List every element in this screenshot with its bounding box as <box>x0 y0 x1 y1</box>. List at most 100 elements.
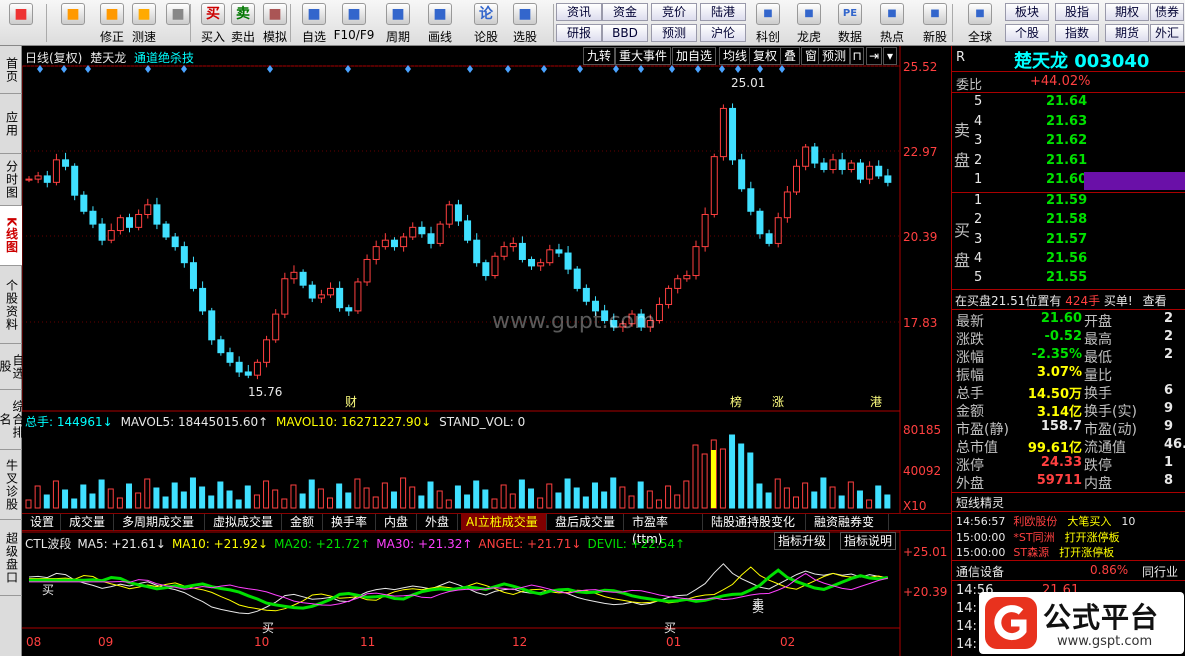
indicator-button[interactable]: 指标说明 <box>840 532 897 550</box>
grid-toolbar-button[interactable]: ■ <box>4 0 38 28</box>
chart-tool-button[interactable]: 重大事件 <box>615 47 672 65</box>
discuss-toolbar-button[interactable]: 论论股 <box>469 0 503 45</box>
orderbook-level: 5 <box>974 270 983 286</box>
chart-tool-button[interactable]: 均线 <box>719 47 752 65</box>
chart-tool-button[interactable]: 九转 <box>583 47 616 65</box>
toolbar-small-button[interactable]: 陆港 <box>700 3 746 21</box>
sidebar-item[interactable]: 个股资料 <box>0 266 22 344</box>
sidebar-item[interactable]: 牛叉诊股 <box>0 450 22 520</box>
sidebar-item[interactable]: 自选股 <box>0 344 25 390</box>
news-item[interactable]: 15:00:00 *ST同洲 打开涨停板 <box>956 529 1130 545</box>
chevron-down-icon[interactable]: ▾ <box>883 47 897 65</box>
news-item[interactable]: 15:00:00 ST森源 打开涨停板 <box>956 544 1124 560</box>
indicator-tab[interactable]: 盘后成交量 <box>550 514 624 531</box>
chart-area[interactable]: 25.52 22.97 20.39 17.83 80185 40092 X10 +25.01 +… <box>22 46 951 656</box>
period-label[interactable]: 日线(复权) <box>25 51 82 65</box>
indicator-tab[interactable]: 多周期成交量 <box>117 514 205 531</box>
chart-tool-button[interactable]: 叠 <box>780 47 801 65</box>
pen-toolbar-button[interactable]: ■ 画线 <box>423 0 457 45</box>
toolbar-small-button[interactable]: 资讯 <box>556 3 602 21</box>
orderbook-row[interactable]: 3 21.62 <box>972 133 1185 152</box>
globe-toolbar-button[interactable]: ■ 全球 <box>962 0 998 45</box>
sidebar-item[interactable]: 超级盘口 <box>0 520 22 596</box>
toolbar-small-button[interactable]: 沪伦 <box>700 24 746 42</box>
pin-icon[interactable]: ⇥ <box>866 47 882 65</box>
orderbook-row[interactable]: 4 21.63 <box>972 114 1185 133</box>
dragon-toolbar-button[interactable]: ■ 龙虎 <box>791 0 827 45</box>
orderbook-row[interactable]: 3 21.57 <box>972 232 1185 251</box>
toolbar-small-button[interactable]: 竞价 <box>651 3 697 21</box>
cycle-toolbar-button[interactable]: ■ 周期 <box>381 0 415 45</box>
volume-bar <box>738 443 745 509</box>
event-marker[interactable]: 港 <box>870 395 882 409</box>
market-small-button[interactable]: 指数 <box>1055 24 1099 42</box>
kline-chart-svg[interactable]: 25.52 22.97 20.39 17.83 80185 40092 X10 +25.01 +… <box>22 46 951 656</box>
orderbook-row[interactable]: 1 21.59 <box>972 193 1185 212</box>
sell-toolbar-button[interactable]: 卖卖出 <box>226 0 260 45</box>
sidebar-item[interactable]: K线图 <box>0 206 22 266</box>
indicator-tab[interactable]: 设置 <box>25 514 61 531</box>
indicator-tab[interactable]: 虚拟成交量 <box>208 514 282 531</box>
toolbar-small-button[interactable]: BBD <box>602 24 648 42</box>
event-marker[interactable]: 财 <box>345 395 357 409</box>
star-toolbar-button[interactable]: ■ 自选 <box>297 0 331 45</box>
sidebar-item[interactable]: 应用 <box>0 94 22 154</box>
market-small-button[interactable]: 股指 <box>1055 3 1099 21</box>
orderbook-row[interactable]: 2 21.61 <box>972 153 1185 172</box>
indicator-tab[interactable]: AI立桩成交量 <box>461 514 547 531</box>
candle-body <box>226 352 234 363</box>
orderbook-row[interactable]: 2 21.58 <box>972 212 1185 231</box>
chart-tool-button[interactable]: 复权 <box>749 47 782 65</box>
chart-tool-button[interactable]: 加自选 <box>672 47 717 65</box>
indicator-tab[interactable]: 融资融券变化 <box>809 514 889 546</box>
indicator-tab[interactable]: 内盘 <box>379 514 417 531</box>
big-order-alert[interactable]: 在买盘21.51位置有 424手 买单! 查看 <box>955 292 1167 309</box>
indicator-tab[interactable]: 外盘 <box>420 514 458 531</box>
power-toolbar-button[interactable]: ■ 测速 <box>127 0 161 45</box>
industry-link[interactable]: 同行业 <box>1142 563 1178 580</box>
chart-tool-button[interactable]: 预测 <box>818 47 851 65</box>
indicator-button[interactable]: 指标升级 <box>774 532 831 550</box>
market-small-button[interactable]: 债券 <box>1150 3 1184 21</box>
back-toolbar-button[interactable]: ■ <box>56 0 90 28</box>
sidebar-item[interactable]: 综合排名 <box>0 390 25 450</box>
candle-body <box>537 262 545 267</box>
indicator-tab[interactable]: 陆股通持股变化 <box>706 514 806 531</box>
select-stock-toolbar-button[interactable]: ■ 选股 <box>508 0 542 45</box>
lock-icon[interactable]: ⊓ <box>850 47 864 65</box>
indicator-tab[interactable]: 成交量 <box>64 514 114 531</box>
orderbook-row[interactable]: 5 21.64 <box>972 94 1185 113</box>
indicator-tab[interactable]: 金额 <box>285 514 323 531</box>
data-toolbar-button[interactable]: PE 数据 <box>832 0 868 45</box>
big-order-link[interactable]: 查看 <box>1143 294 1167 308</box>
toolbar-small-button[interactable]: 资金 <box>602 3 648 21</box>
up-arrow-toolbar-button[interactable]: ■ 修正 <box>95 0 129 45</box>
f10-toolbar-button[interactable]: ■ F10/F9 <box>334 0 374 42</box>
market-small-button[interactable]: 期权 <box>1105 3 1149 21</box>
new-stock-toolbar-button[interactable]: ■ 新股 <box>917 0 953 45</box>
toolbar-small-button[interactable]: 预测 <box>651 24 697 42</box>
market-small-button[interactable]: 期货 <box>1105 24 1149 42</box>
volume-bar <box>665 485 672 509</box>
sidebar-item[interactable]: 首页 <box>0 46 22 94</box>
event-marker[interactable]: 榜 <box>730 394 742 409</box>
industry-name[interactable]: 通信设备 <box>956 563 1004 580</box>
indicator-tab[interactable]: 换手率 <box>326 514 376 531</box>
orderbook-row[interactable]: 1 21.60 <box>972 172 1185 191</box>
indicator-name-label[interactable]: 通道绝杀技 <box>134 51 194 65</box>
hot-toolbar-button[interactable]: ■ 热点 <box>874 0 910 45</box>
orderbook-row[interactable]: 5 21.55 <box>972 270 1185 289</box>
kechuang-toolbar-button[interactable]: ■ 科创 <box>750 0 786 45</box>
toolbar-small-button[interactable]: 研报 <box>556 24 602 42</box>
sidebar-item[interactable]: 分时图 <box>0 154 22 206</box>
hammer-toolbar-button[interactable]: ■ 模拟 <box>258 0 292 45</box>
news-item[interactable]: 14:56:57 利欧股份 大笔买入 10 <box>956 513 1135 529</box>
indicator-tab[interactable]: 市盈率(ttm) <box>627 514 703 546</box>
volume-bar <box>180 491 187 509</box>
market-small-button[interactable]: 板块 <box>1005 3 1049 21</box>
market-small-button[interactable]: 个股 <box>1005 24 1049 42</box>
event-marker[interactable]: 涨 <box>772 394 784 409</box>
buy-toolbar-button[interactable]: 买买入 <box>196 0 230 45</box>
orderbook-row[interactable]: 4 21.56 <box>972 251 1185 270</box>
market-small-button[interactable]: 外汇 <box>1150 24 1184 42</box>
